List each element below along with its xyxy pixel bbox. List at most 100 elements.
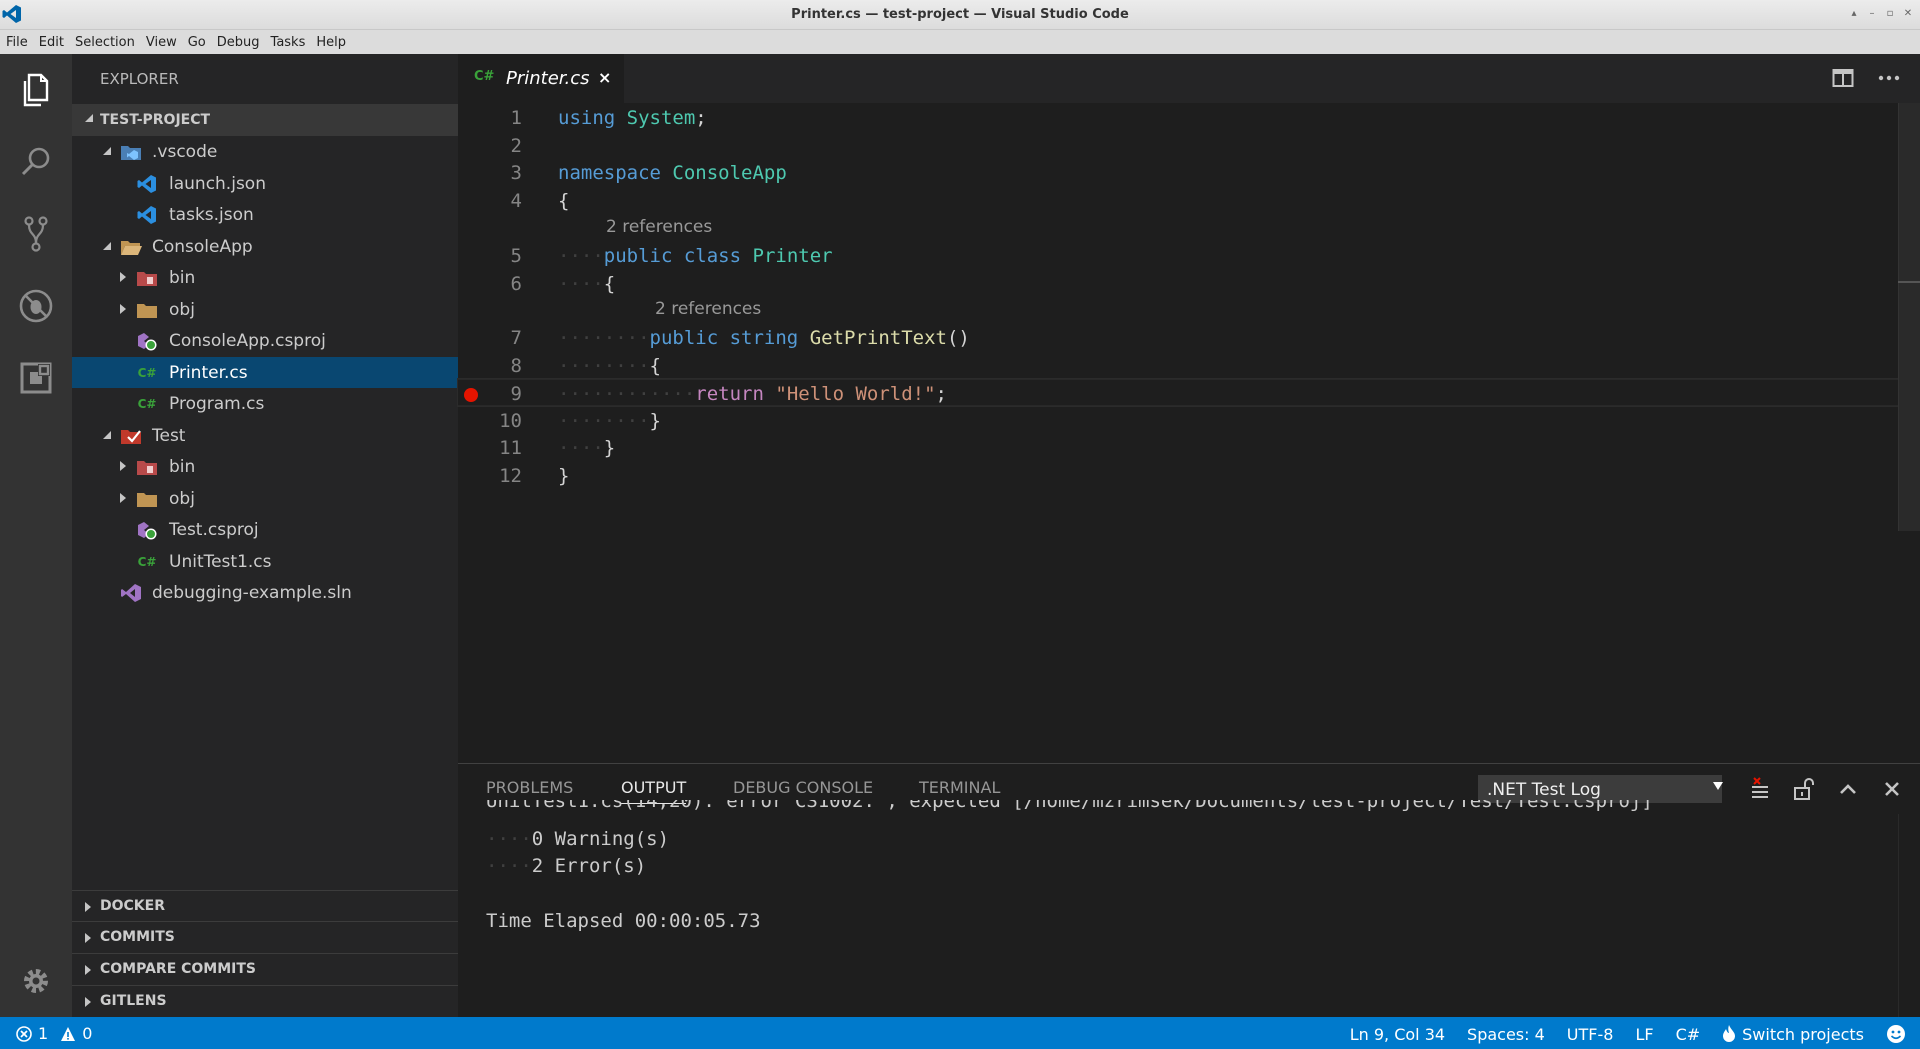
tree-item-consoleapp[interactable]: ConsoleApp bbox=[72, 231, 458, 262]
tree-item-label: launch.json bbox=[169, 174, 266, 194]
tree-item-label: ConsoleApp bbox=[152, 237, 253, 257]
code-line: 5 ····public class Printer bbox=[458, 242, 1898, 269]
menu-file[interactable]: File bbox=[6, 35, 28, 50]
csharp-file-icon: C# bbox=[137, 555, 157, 569]
source-control-icon[interactable] bbox=[0, 198, 72, 270]
menu-selection[interactable]: Selection bbox=[75, 35, 135, 50]
panel-scrollbar[interactable] bbox=[1898, 814, 1920, 1018]
window-minimize-button[interactable]: – bbox=[1864, 6, 1880, 22]
section-label: COMPARE COMMITS bbox=[100, 961, 257, 977]
tree-item-label: Printer.cs bbox=[169, 363, 248, 383]
menu-tasks[interactable]: Tasks bbox=[271, 35, 306, 50]
maximize-panel-icon[interactable] bbox=[1836, 777, 1860, 801]
tab-debug-console[interactable]: DEBUG CONSOLE bbox=[733, 778, 873, 797]
chevron-right-icon bbox=[118, 304, 128, 314]
explorer-icon[interactable] bbox=[0, 54, 72, 126]
line-number: 8 bbox=[510, 355, 522, 377]
folder-icon bbox=[136, 489, 158, 509]
tree-item-test-csproj[interactable]: Test.csproj bbox=[72, 514, 458, 545]
csharp-file-icon: C# bbox=[137, 397, 157, 411]
error-count: 1 bbox=[38, 1024, 49, 1043]
chevron-down-icon bbox=[102, 241, 112, 251]
code-line: 11 ····} bbox=[458, 434, 1898, 461]
section-gitlens[interactable]: GITLENS bbox=[72, 985, 458, 1016]
window-close-button[interactable]: ✕ bbox=[1900, 6, 1916, 22]
section-docker[interactable]: DOCKER bbox=[72, 890, 458, 921]
chevron-right-icon bbox=[84, 997, 92, 1007]
clear-output-icon[interactable] bbox=[1748, 777, 1772, 801]
settings-gear-icon[interactable] bbox=[0, 945, 72, 1017]
window-up-icon[interactable]: ▴ bbox=[1846, 6, 1862, 22]
tree-item-launch-json[interactable]: launch.json bbox=[72, 168, 458, 199]
tree-item-label: obj bbox=[169, 300, 195, 320]
close-panel-icon[interactable] bbox=[1880, 777, 1904, 801]
language-mode[interactable]: C# bbox=[1676, 1025, 1701, 1044]
line-number: 9 bbox=[510, 383, 522, 405]
status-bar: 1 0 Ln 9, Col 34 Spaces: 4 UTF-8 LF C# S… bbox=[0, 1017, 1920, 1049]
lock-scroll-icon[interactable] bbox=[1792, 777, 1816, 801]
tree-item-obj[interactable]: obj bbox=[72, 294, 458, 325]
menu-edit[interactable]: Edit bbox=[39, 35, 64, 50]
activity-bar bbox=[0, 54, 72, 1017]
chevron-down-icon bbox=[102, 430, 112, 440]
codelens-references[interactable]: 2 references bbox=[606, 217, 712, 237]
code-line: 4 { bbox=[458, 187, 1898, 214]
problems-status[interactable]: 1 0 bbox=[16, 1024, 92, 1043]
editor-tab-printer-cs[interactable]: C# Printer.cs × bbox=[458, 54, 624, 103]
codelens-references[interactable]: 2 references bbox=[655, 299, 761, 319]
tree-item-tasks-json[interactable]: tasks.json bbox=[72, 199, 458, 230]
output-channel-select[interactable]: .NET Test Log bbox=[1478, 775, 1723, 803]
tree-item-program-cs[interactable]: C# Program.cs bbox=[72, 388, 458, 419]
csproj-icon bbox=[136, 520, 158, 540]
cursor-position[interactable]: Ln 9, Col 34 bbox=[1350, 1025, 1445, 1044]
window-maximize-button[interactable]: ▫ bbox=[1882, 6, 1898, 22]
tree-item-test[interactable]: Test bbox=[72, 420, 458, 451]
tree-item-obj[interactable]: obj bbox=[72, 483, 458, 514]
bottom-panel: PROBLEMS OUTPUT DEBUG CONSOLE TERMINAL .… bbox=[458, 763, 1920, 1018]
tree-item-bin[interactable]: bin bbox=[72, 262, 458, 293]
switch-projects-button[interactable]: Switch projects bbox=[1722, 1025, 1864, 1044]
menu-view[interactable]: View bbox=[146, 35, 177, 50]
window-title: Printer.cs — test-project — Visual Studi… bbox=[791, 7, 1129, 22]
end-of-line[interactable]: LF bbox=[1635, 1025, 1653, 1044]
csharp-file-icon: C# bbox=[474, 69, 495, 84]
output-line: Time Elapsed 00:00:05.73 bbox=[486, 910, 761, 932]
tree-item-printer-cs[interactable]: C# Printer.cs bbox=[72, 357, 458, 388]
close-tab-button[interactable]: × bbox=[598, 68, 611, 87]
extensions-icon[interactable] bbox=[0, 342, 72, 414]
code-editor[interactable]: 1 using System; 2 3 namespace ConsoleApp… bbox=[457, 103, 1920, 763]
search-icon[interactable] bbox=[0, 126, 72, 198]
debug-icon[interactable] bbox=[0, 270, 72, 342]
tree-item-bin[interactable]: bin bbox=[72, 451, 458, 482]
output-channel-value: .NET Test Log bbox=[1487, 780, 1601, 800]
indentation[interactable]: Spaces: 4 bbox=[1467, 1025, 1545, 1044]
vscode-folder-icon bbox=[120, 142, 142, 162]
line-number: 4 bbox=[510, 190, 522, 212]
line-number: 11 bbox=[499, 437, 522, 459]
feedback-smiley-icon[interactable] bbox=[1886, 1024, 1906, 1044]
split-editor-icon[interactable] bbox=[1832, 68, 1854, 88]
tree-item-debugging-example-sln[interactable]: debugging-example.sln bbox=[72, 577, 458, 608]
menu-debug[interactable]: Debug bbox=[217, 35, 260, 50]
code-line: 1 using System; bbox=[458, 104, 1898, 131]
section-compare-commits[interactable]: COMPARE COMMITS bbox=[72, 953, 458, 984]
tab-problems[interactable]: PROBLEMS bbox=[486, 778, 573, 797]
editor-scrollbar[interactable] bbox=[1898, 103, 1920, 531]
more-actions-icon[interactable] bbox=[1878, 68, 1900, 88]
chevron-right-icon bbox=[84, 902, 92, 912]
line-number: 10 bbox=[499, 410, 522, 432]
warning-count: 0 bbox=[82, 1024, 93, 1043]
tree-item-label: debugging-example.sln bbox=[152, 583, 352, 603]
file-encoding[interactable]: UTF-8 bbox=[1567, 1025, 1614, 1044]
csproj-icon bbox=[136, 331, 158, 351]
menu-go[interactable]: Go bbox=[188, 35, 206, 50]
tree-item-consoleapp-csproj[interactable]: ConsoleApp.csproj bbox=[72, 325, 458, 356]
menu-help[interactable]: Help bbox=[316, 35, 346, 50]
section-commits[interactable]: COMMITS bbox=[72, 921, 458, 952]
tree-item-vscode[interactable]: .vscode bbox=[72, 136, 458, 167]
bin-folder-icon bbox=[136, 268, 158, 288]
tree-item-label: tasks.json bbox=[169, 205, 254, 225]
tab-terminal[interactable]: TERMINAL bbox=[919, 778, 1000, 797]
tree-item-unittest1-cs[interactable]: C# UnitTest1.cs bbox=[72, 546, 458, 577]
project-header[interactable]: TEST-PROJECT bbox=[72, 104, 458, 136]
